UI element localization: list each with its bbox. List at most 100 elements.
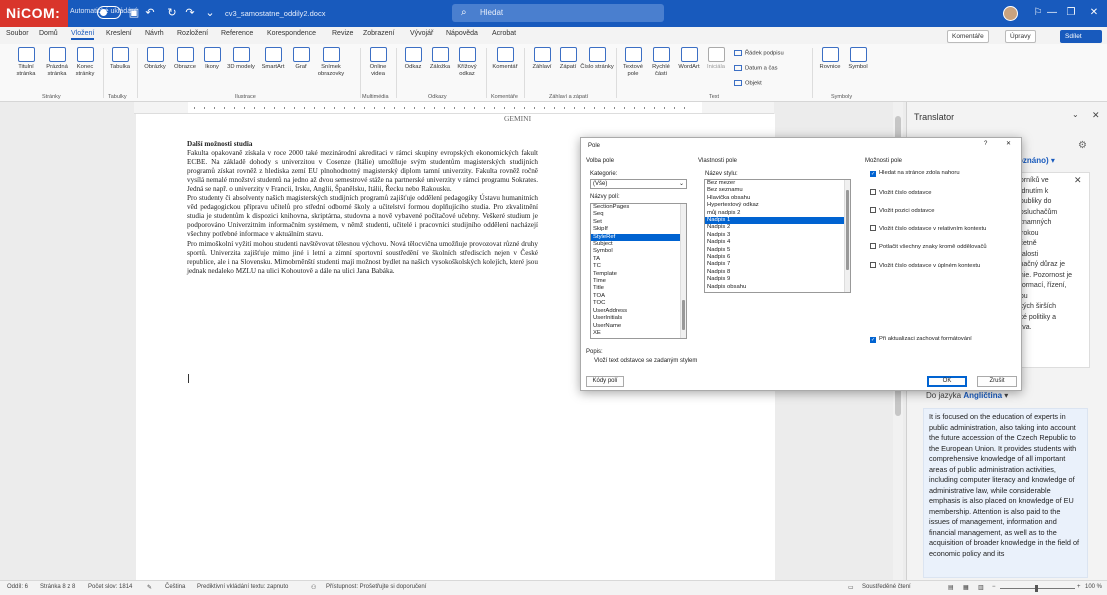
online-video-button[interactable]: Online videa [362, 47, 394, 78]
zoom-level[interactable]: 100 % [1085, 584, 1102, 590]
field-name-item[interactable]: UserName [591, 323, 686, 330]
field-codes-button[interactable]: Kódy polí [586, 376, 624, 387]
cross-reference-button[interactable]: Křížový odkaz [452, 47, 482, 78]
style-name-item[interactable]: Nadpis obsahu [705, 284, 850, 291]
close-icon[interactable]: ✕ [1006, 140, 1011, 147]
language-indicator[interactable]: Čeština [165, 584, 185, 590]
accessibility-icon[interactable]: ⚇ [311, 584, 316, 591]
style-name-item[interactable]: Hypertextový odkaz [705, 202, 850, 209]
style-name-item[interactable]: Nadpis 6 [705, 254, 850, 261]
field-name-item[interactable]: TOC [591, 300, 686, 307]
comments-button[interactable]: Komentáře [947, 30, 989, 43]
field-name-item[interactable]: Symbol [591, 248, 686, 255]
field-name-item[interactable]: Seq [591, 211, 686, 218]
text-box-button[interactable]: Textové pole [617, 47, 649, 78]
style-name-item[interactable]: Nadpis 3 [705, 232, 850, 239]
field-name-item[interactable]: UserInitials [591, 315, 686, 322]
tab-domu[interactable]: Domů [39, 30, 58, 37]
target-language-select[interactable]: Do jazyka Angličtina ▾ [926, 391, 1008, 400]
category-select[interactable]: (Vše) ⌄ [590, 179, 687, 189]
style-name-item[interactable]: Bez seznamu [705, 187, 850, 194]
field-name-item[interactable]: UserAddress [591, 308, 686, 315]
word-count[interactable]: Počet slov: 1814 [88, 584, 132, 590]
field-name-item[interactable]: TC [591, 263, 686, 270]
tab-reference[interactable]: Reference [221, 30, 253, 37]
cover-page-button[interactable]: Titulní stránka [10, 47, 42, 78]
zoom-in-icon[interactable]: + [1077, 584, 1081, 590]
cancel-button[interactable]: Zrušit [977, 376, 1017, 387]
source-language-select[interactable]: oznáno) ▾ [1018, 156, 1055, 165]
ok-button[interactable]: OK [927, 376, 967, 387]
object-button[interactable]: Objekt [734, 80, 762, 87]
equation-button[interactable]: Rovnice [815, 47, 845, 71]
proofing-icon[interactable]: ✎ [147, 584, 152, 591]
list-scrollbar[interactable] [844, 180, 850, 292]
field-name-item[interactable]: Subject [591, 241, 686, 248]
style-name-item[interactable]: Nadpis 9 [705, 276, 850, 283]
source-text[interactable]: borníků ve lédnutím k epubliky do posluc… [1010, 172, 1090, 368]
preserve-formatting-checkbox[interactable]: ✓ Při aktualizaci zachovat formátování [870, 336, 972, 343]
editing-button[interactable]: Úpravy [1005, 30, 1036, 43]
clear-icon[interactable]: ✕ [1074, 175, 1082, 186]
tab-korespondence[interactable]: Korespondence [267, 30, 316, 37]
focus-icon[interactable]: ▭ [848, 584, 854, 591]
more-icon[interactable]: ⌄ [203, 5, 217, 21]
maximize-icon[interactable]: ❐ [1063, 5, 1079, 21]
field-name-item[interactable]: Time [591, 278, 686, 285]
chart-button[interactable]: Graf [287, 47, 315, 71]
field-option-checkbox[interactable]: Vložit číslo odstavce v úplném kontextu [870, 262, 980, 269]
help-icon[interactable]: ? [984, 141, 987, 147]
header-button[interactable]: Záhlaví [527, 47, 557, 71]
tab-zobrazeni[interactable]: Zobrazení [363, 30, 395, 37]
tab-navrh[interactable]: Návrh [145, 30, 164, 37]
field-name-item[interactable]: Set [591, 219, 686, 226]
style-names-list[interactable]: Bez mezer Bez seznamu Hlavička obsahu Hyper… [704, 179, 851, 293]
footer-button[interactable]: Zápatí [554, 47, 582, 71]
field-names-list[interactable]: SectionPages Seq Set SkipIf StyleRef Subject S… [590, 203, 687, 339]
focus-mode[interactable]: Soustředěné čtení [862, 584, 911, 590]
share-button[interactable]: Sdílet [1060, 30, 1102, 43]
document-name[interactable]: cv3_samostatne_oddily2.docx [225, 9, 325, 18]
blank-page-button[interactable]: Prázdná stránka [41, 47, 73, 78]
style-name-item[interactable]: Nadpis 2 [705, 224, 850, 231]
zoom-out-icon[interactable]: − [992, 584, 996, 590]
page-indicator[interactable]: Stránka 8 z 8 [40, 584, 75, 590]
comment-button[interactable]: Komentář [488, 47, 522, 71]
tab-acrobat[interactable]: Acrobat [492, 30, 516, 37]
style-name-item[interactable]: Bez mezer [705, 180, 850, 187]
page-number-button[interactable]: Číslo stránky [580, 47, 614, 71]
tab-vyvojar[interactable]: Vývojář [410, 30, 433, 37]
quick-parts-button[interactable]: Rychlé části [646, 47, 676, 78]
link-button[interactable]: Odkaz [398, 47, 428, 71]
tab-napoveda[interactable]: Nápověda [446, 30, 478, 37]
list-scrollbar[interactable] [680, 204, 686, 338]
close-icon[interactable]: ✕ [1086, 5, 1102, 21]
style-name-item[interactable]: Hlavička obsahu [705, 195, 850, 202]
field-name-item[interactable]: TOA [591, 293, 686, 300]
minimize-icon[interactable]: — [1044, 5, 1060, 21]
field-name-item[interactable]: Title [591, 285, 686, 292]
tab-revize[interactable]: Revize [332, 30, 353, 37]
field-name-item[interactable]: SkipIf [591, 226, 686, 233]
print-layout-icon[interactable]: ▦ [963, 584, 969, 591]
tab-rozlozeni[interactable]: Rozložení [177, 30, 208, 37]
date-time-button[interactable]: Datum a čas [734, 65, 778, 72]
redo-icon[interactable]: ↻ [165, 5, 179, 21]
field-option-checkbox[interactable]: Vložit pozici odstavce [870, 207, 934, 214]
symbol-button[interactable]: Symbol [843, 47, 873, 71]
icons-button[interactable]: Ikony [197, 47, 227, 71]
section-indicator[interactable]: Oddíl: 6 [7, 584, 28, 590]
field-option-checkbox[interactable]: Vložit číslo odstavce [870, 189, 932, 196]
screenshot-button[interactable]: Snímek obrazovky [313, 47, 349, 78]
web-layout-icon[interactable]: ▥ [978, 584, 984, 591]
style-name-item[interactable]: můj nadpis 2 [705, 210, 850, 217]
bookmark-button[interactable]: Záložka [425, 47, 455, 71]
read-mode-icon[interactable]: ▤ [948, 584, 954, 591]
style-name-item[interactable]: Nadpis 1 [705, 217, 850, 225]
field-option-checkbox[interactable]: Potlačit všechny znaky kromě oddělovačů [870, 243, 987, 250]
avatar[interactable] [1003, 6, 1018, 21]
field-name-item[interactable]: Template [591, 271, 686, 278]
style-name-item[interactable]: Nadpis 7 [705, 261, 850, 268]
smartart-button[interactable]: SmartArt [257, 47, 289, 71]
pictures-button[interactable]: Obrázky [139, 47, 171, 71]
